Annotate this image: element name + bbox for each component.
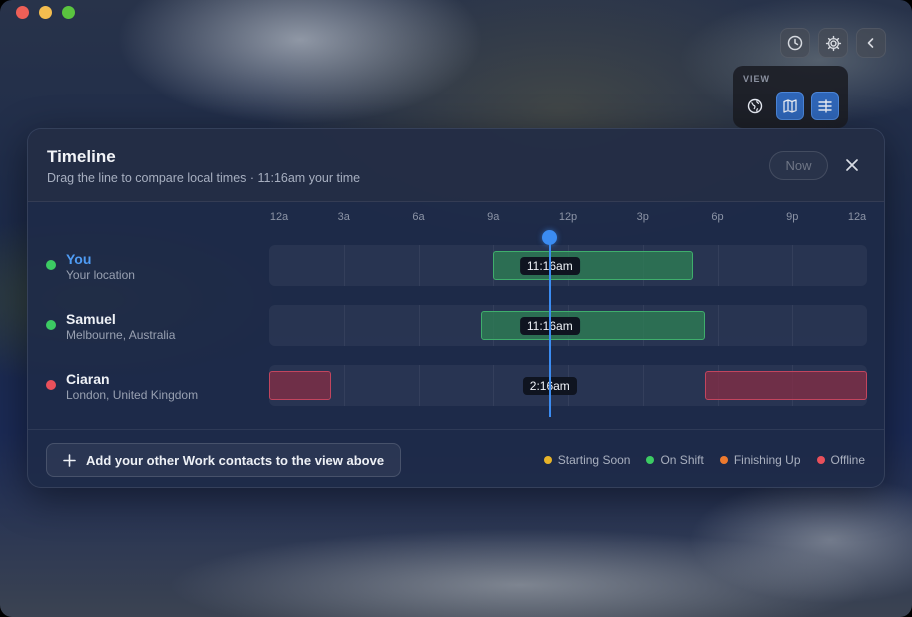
contact-location: Melbourne, Australia [66,328,176,342]
close-timeline-button[interactable] [842,155,862,175]
status-dot [46,380,56,390]
contact-name: You [66,251,92,267]
legend-item: Offline [816,453,865,467]
window-controls [16,6,75,19]
gear-icon [825,35,841,51]
timeline-title: Timeline [47,147,116,166]
status-dot [46,320,56,330]
view-map-button[interactable] [776,92,804,120]
hour-gridline [792,245,794,286]
hour-gridline [418,365,420,406]
legend-item: Starting Soon [543,453,631,467]
chevron-left-icon [867,38,874,48]
legend-label: Starting Soon [557,453,631,467]
timeline-header: Timeline Drag the line to compare local … [28,129,884,202]
contact-row[interactable]: SamuelMelbourne, Australia11:16am [28,295,884,355]
add-contacts-button[interactable]: Add your other Work contacts to the view… [46,443,401,477]
hour-tick: 6a [412,211,425,223]
app-window: VIEW Timeline Drag the line to compare l… [0,0,912,617]
hour-gridline [418,305,420,346]
legend-dot [719,456,728,464]
legend-item: Finishing Up [719,453,801,467]
minimize-window-button[interactable] [39,6,52,19]
shift-bar [705,371,867,400]
hour-gridline [418,245,420,286]
hour-gridline [493,365,495,406]
zoom-window-button[interactable] [62,6,75,19]
status-legend: Starting Soon On Shift Finishing Up Offline [543,453,865,467]
footer-divider [28,429,884,430]
shift-bar [480,311,706,340]
plus-icon [63,453,76,467]
contact-name: Ciaran [66,371,110,387]
now-button[interactable]: Now [769,151,828,180]
hour-gridline [792,305,794,346]
hour-gridline [343,245,345,286]
hour-gridline [717,245,719,286]
hour-gridline [343,365,345,406]
hour-tick: 12a [269,211,289,223]
hour-tick: 3p [636,211,649,223]
hour-gridline [343,305,345,346]
contact-row[interactable]: CiaranLondon, United Kingdom2:16am [28,355,884,415]
shift-bar [269,371,332,400]
timeline-card: Timeline Drag the line to compare local … [27,128,885,488]
map-icon [783,99,797,113]
contact-row[interactable]: YouYour location11:16am [28,235,884,295]
status-dot [46,260,56,270]
view-timeline-button[interactable] [811,92,839,120]
clock-icon [787,35,803,51]
time-cursor-line[interactable] [548,237,551,417]
hour-tick: 3a [337,211,350,223]
contact-location: London, United Kingdom [66,388,199,402]
hour-tick: 6p [711,211,724,223]
hour-tick: 12p [558,211,578,223]
view-label: VIEW [743,74,771,84]
legend-item: On Shift [646,453,704,467]
contact-location: Your location [66,268,135,282]
top-toolbar [780,28,886,58]
hour-axis: 12a 3a 6a 9a 12p 3p 6p 9p 12a [269,211,867,227]
hour-gridline [717,305,719,346]
timeline-subtitle: Drag the line to compare local times · 1… [47,171,361,185]
collapse-button[interactable] [856,28,886,58]
settings-button[interactable] [818,28,848,58]
hour-gridline [642,365,644,406]
legend-label: Finishing Up [733,453,801,467]
hour-tick: 9p [786,211,799,223]
clock-button[interactable] [780,28,810,58]
close-icon [846,159,858,171]
view-globe-button[interactable] [741,92,769,120]
hour-tick: 12a [847,211,867,223]
contact-name: Samuel [66,311,116,327]
legend-label: On Shift [660,453,704,467]
timeline-icon [818,99,832,113]
view-panel: VIEW [733,66,848,128]
hour-tick: 9a [487,211,500,223]
legend-label: Offline [830,453,865,467]
globe-icon [747,98,763,114]
legend-dot [816,456,825,464]
close-window-button[interactable] [16,6,29,19]
legend-dot [543,456,552,464]
legend-dot [646,456,655,464]
add-contacts-label: Add your other Work contacts to the view… [86,452,385,468]
